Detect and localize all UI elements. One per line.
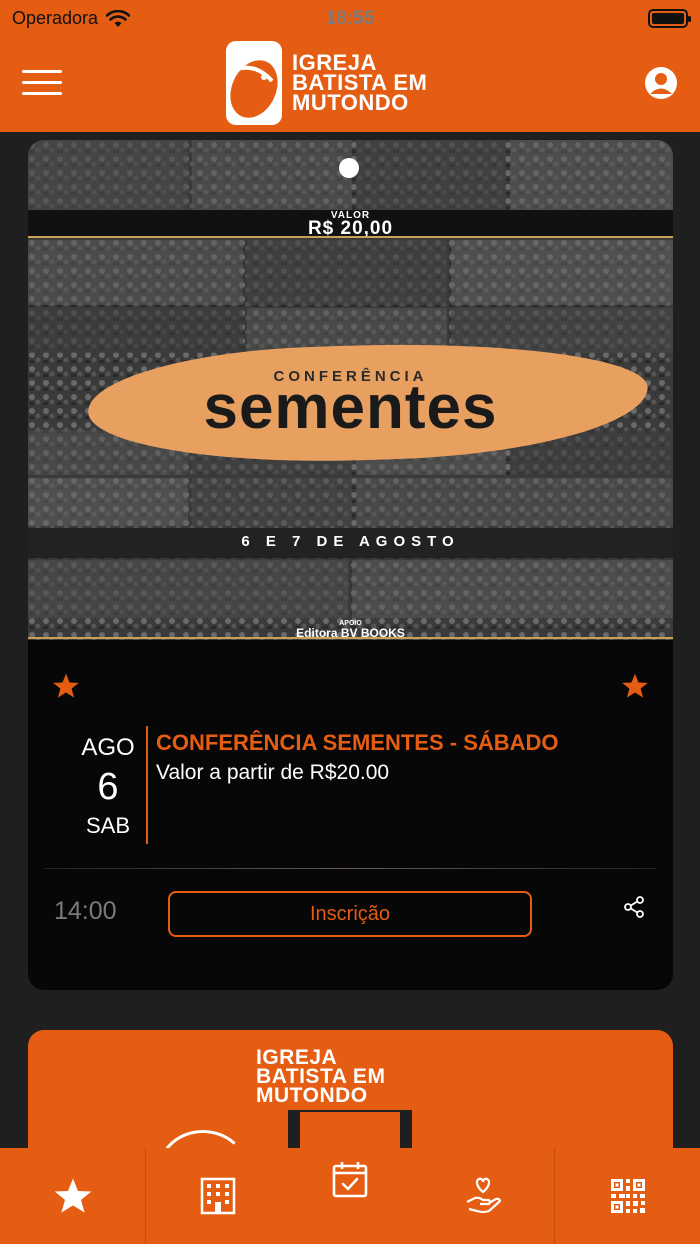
tab-donations[interactable]: [411, 1148, 554, 1244]
logo-text: IGREJA BATISTA EM MUTONDO: [292, 50, 428, 115]
event-card[interactable]: VALOR R$ 20,00 CONFERÊNCIA sementes 6 E …: [28, 140, 673, 990]
hand-heart-icon: [466, 1177, 501, 1214]
date-divider: [146, 726, 148, 844]
event-time: 14:00: [54, 897, 117, 925]
star-icon[interactable]: [621, 672, 649, 700]
card-divider: [44, 868, 656, 869]
account-icon[interactable]: [644, 66, 678, 100]
building-icon: [200, 1177, 235, 1215]
card-logo-text: IGREJA BATISTA EM MUTONDO: [256, 1046, 386, 1107]
poster-title: sementes: [203, 373, 498, 442]
tab-favorites[interactable]: [0, 1148, 145, 1244]
battery-icon: [648, 9, 691, 28]
qr-code-icon: [610, 1179, 645, 1213]
registration-button[interactable]: Inscrição: [168, 891, 532, 937]
brand-badge-icon: [339, 158, 359, 178]
church-logo: IGREJA BATISTA EM MUTONDO: [226, 40, 427, 126]
event-title[interactable]: CONFERÊNCIA SEMENTES - SÁBADO: [156, 730, 559, 756]
fish-logo-icon: [226, 41, 282, 125]
calendar-check-icon: [332, 1162, 368, 1198]
tab-events[interactable]: [300, 1112, 400, 1232]
tab-qr-code[interactable]: [555, 1148, 700, 1244]
event-poster: VALOR R$ 20,00 CONFERÊNCIA sementes 6 E …: [28, 140, 673, 640]
star-icon[interactable]: [52, 672, 80, 700]
app-header: Operadora 18:55 IGREJA BATISTA EM MUTOND…: [0, 0, 700, 132]
menu-button[interactable]: [22, 70, 62, 96]
tab-church[interactable]: [146, 1148, 289, 1244]
poster-dates: 6 E 7 DE AGOSTO: [241, 533, 460, 550]
status-bar: Operadora 18:55: [0, 0, 700, 36]
share-icon[interactable]: [623, 896, 645, 918]
star-icon: [54, 1178, 91, 1213]
event-price: Valor a partir de R$20.00: [156, 761, 390, 784]
status-time: 18:55: [325, 8, 375, 29]
